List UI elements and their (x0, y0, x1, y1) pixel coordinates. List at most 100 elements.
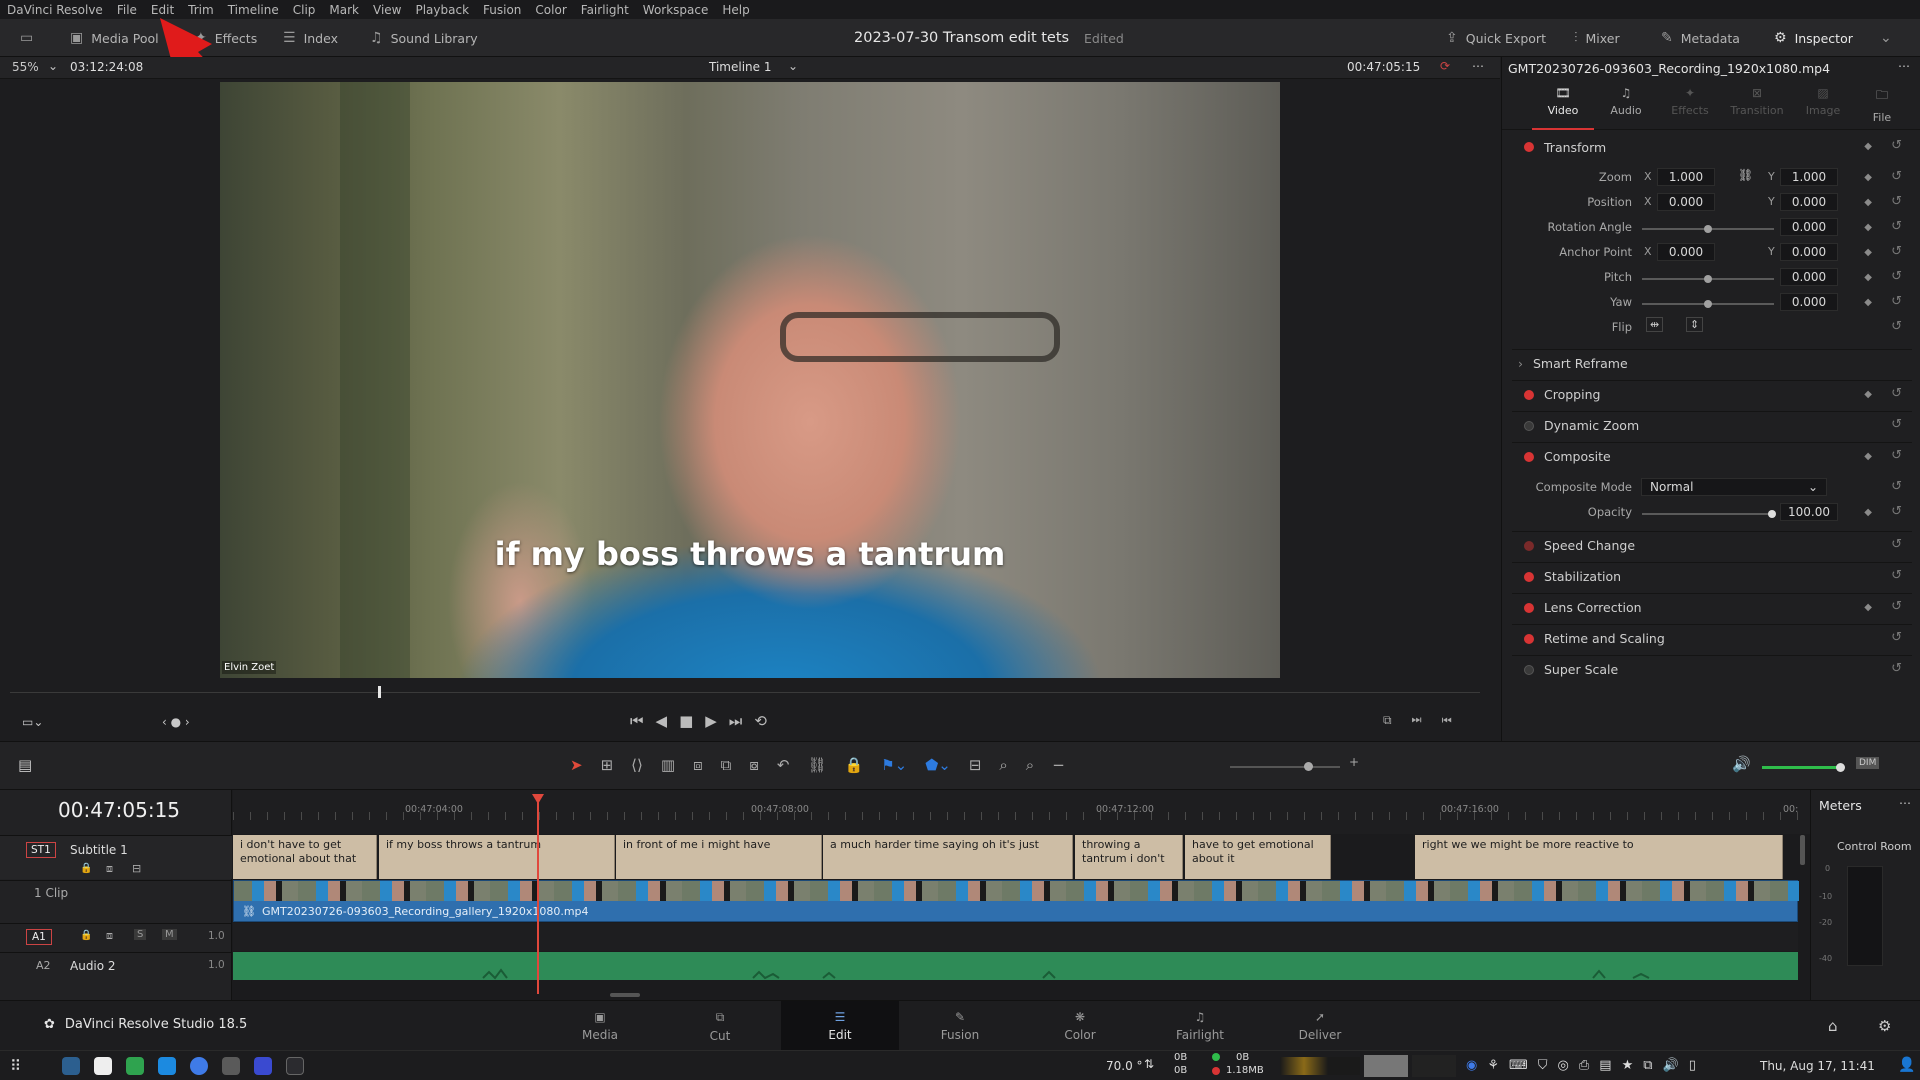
quick-export-button[interactable]: ⇪ Quick Export (1446, 19, 1546, 57)
position-lock-icon[interactable]: 🔒 (845, 756, 864, 774)
stop-icon[interactable]: ■ (679, 712, 705, 730)
file-manager-icon[interactable] (222, 1057, 240, 1075)
reset-icon[interactable]: ↺ (1891, 661, 1902, 676)
reset-icon[interactable]: ↺ (1891, 169, 1902, 184)
menu-view[interactable]: View (366, 3, 408, 17)
super-scale-enable-toggle[interactable] (1524, 664, 1534, 675)
zoom-detail-icon[interactable]: ⌕ (999, 756, 1007, 774)
retime-section-header[interactable]: Retime and Scaling (1512, 624, 1912, 652)
reset-icon[interactable]: ↺ (1891, 194, 1902, 209)
zoom-y-field[interactable]: 1.000 (1780, 168, 1838, 186)
cropping-enable-toggle[interactable] (1524, 389, 1534, 400)
timeline-zoom-slider[interactable] (1230, 762, 1340, 771)
slider-knob[interactable] (1704, 275, 1712, 283)
reset-icon[interactable]: ↺ (1891, 537, 1902, 552)
tray-icon[interactable]: ⚘ (1487, 1058, 1499, 1073)
reset-icon[interactable]: ↺ (1891, 269, 1902, 284)
marker-icon[interactable]: ⬟⌄ (925, 756, 951, 774)
keyframe-icon[interactable]: ◆ (1864, 222, 1872, 233)
flip-vertical-icon[interactable]: ⇕ (1686, 317, 1704, 332)
keyframe-icon[interactable]: ◆ (1864, 602, 1872, 613)
dynamic-zoom-enable-toggle[interactable] (1524, 420, 1534, 431)
tab-audio[interactable]: ♫ Audio (1596, 86, 1656, 117)
search-app-icon[interactable] (94, 1057, 112, 1075)
cropping-section-header[interactable]: Cropping (1512, 380, 1912, 408)
video-frame[interactable]: if my boss throws a tantrum Elvin Zoet (220, 82, 1280, 678)
media-pool-button[interactable]: ▣ Media Pool (70, 19, 159, 57)
playhead[interactable] (537, 794, 539, 994)
battery-icon[interactable]: ▯ (1689, 1058, 1696, 1073)
user-icon[interactable]: 👤 (1898, 1057, 1915, 1073)
track-a1-label[interactable]: A1 (26, 929, 52, 945)
replace-clip-icon[interactable]: ⧇ (749, 756, 759, 774)
scrubber-handle[interactable] (377, 686, 381, 698)
loop-icon[interactable]: ⟲ (754, 712, 779, 730)
zoom-full-icon[interactable]: ⊟ (969, 756, 982, 774)
menu-clip[interactable]: Clip (286, 3, 323, 17)
slider-knob[interactable] (1704, 225, 1712, 233)
page-cut[interactable]: ⧉ Cut (661, 1001, 779, 1051)
track-enable-icon[interactable]: ⧈ (106, 862, 113, 876)
composite-enable-toggle[interactable] (1524, 451, 1534, 462)
lens-correction-section-header[interactable]: Lens Correction (1512, 593, 1912, 621)
selection-tool-icon[interactable]: ➤ (570, 756, 583, 774)
menu-fusion[interactable]: Fusion (476, 3, 528, 17)
smart-reframe-section-header[interactable]: › Smart Reframe (1512, 349, 1912, 377)
keyframe-icon[interactable]: ◆ (1864, 141, 1872, 152)
more-options-icon[interactable]: ⋯ (1898, 59, 1910, 73)
dim-button[interactable]: DIM (1856, 757, 1880, 769)
mute-button[interactable]: M (162, 929, 177, 940)
clipboard-icon[interactable]: ▤ (1599, 1058, 1611, 1073)
keyframe-icon[interactable]: ◆ (1864, 507, 1872, 518)
subtitle-clip[interactable]: if my boss throws a tantrum (379, 835, 615, 879)
more-options-icon[interactable]: ⋯ (1472, 59, 1484, 73)
panel-toggle-button[interactable]: ▭ (20, 19, 33, 57)
slider-knob[interactable] (1768, 510, 1776, 518)
page-fusion[interactable]: ✎ Fusion (901, 1001, 1019, 1051)
play-icon[interactable]: ▶ (705, 712, 729, 730)
reset-icon[interactable]: ↺ (1891, 294, 1902, 309)
chrome-tray-icon[interactable]: ◉ (1466, 1058, 1477, 1073)
home-icon[interactable]: ⌂ (1828, 1017, 1838, 1035)
zoom-in-icon[interactable]: + (1349, 755, 1359, 769)
yaw-field[interactable]: 0.000 (1780, 293, 1838, 311)
opacity-field[interactable]: 100.00 (1780, 503, 1838, 521)
reset-icon[interactable]: ↺ (1891, 219, 1902, 234)
yaw-slider[interactable] (1642, 300, 1774, 308)
stabilization-enable-toggle[interactable] (1524, 571, 1534, 582)
keyframe-icon[interactable]: ◆ (1864, 451, 1872, 462)
taskbar-app-icon[interactable] (62, 1057, 80, 1075)
tab-file[interactable]: 🗀 File (1854, 86, 1910, 124)
menu-app[interactable]: DaVinci Resolve (0, 3, 110, 17)
reset-icon[interactable]: ↺ (1891, 504, 1902, 519)
slider-knob[interactable] (1304, 762, 1313, 771)
transform-section-header[interactable]: Transform (1512, 133, 1912, 161)
opacity-slider[interactable] (1642, 510, 1776, 518)
lock-icon[interactable]: 🔒 (80, 863, 92, 874)
page-edit[interactable]: ☰ Edit (781, 1001, 899, 1051)
composite-mode-select[interactable]: Normal ⌄ (1641, 478, 1827, 496)
solo-button[interactable]: S (134, 929, 147, 940)
kdenlive-icon[interactable] (254, 1057, 272, 1075)
jog-control-icon[interactable]: ‹ ● › (162, 715, 190, 729)
keyframe-icon[interactable]: ◆ (1864, 172, 1872, 183)
insert-clip-icon[interactable]: ⧈ (693, 756, 703, 774)
keyframe-icon[interactable]: ◆ (1864, 247, 1872, 258)
flip-horizontal-icon[interactable]: ⇹ (1646, 317, 1664, 332)
next-edit-icon[interactable]: ⏭ (1412, 713, 1442, 727)
chevron-down-icon[interactable]: ⌄ (48, 59, 58, 73)
caption-icon[interactable]: ⊟ (132, 862, 141, 875)
app-grid-icon[interactable]: ⠿ (10, 1057, 21, 1075)
chevron-down-icon[interactable]: ⌄ (788, 59, 798, 73)
rotation-field[interactable]: 0.000 (1780, 218, 1838, 236)
shield-icon[interactable]: ⛉ (1538, 1058, 1548, 1073)
viewer-zoom-select[interactable]: 55% (12, 60, 39, 74)
composite-section-header[interactable]: Composite (1512, 442, 1912, 470)
vertical-scrollbar[interactable] (1800, 835, 1805, 865)
zoom-custom-icon[interactable]: ⌕ (1026, 756, 1034, 774)
horizontal-scrollbar[interactable] (610, 993, 640, 997)
tab-effects[interactable]: ✦ Effects (1660, 86, 1720, 117)
sync-icon[interactable]: ⟳ (1440, 59, 1450, 73)
menu-color[interactable]: Color (528, 3, 573, 17)
slider-knob[interactable] (1836, 763, 1845, 772)
